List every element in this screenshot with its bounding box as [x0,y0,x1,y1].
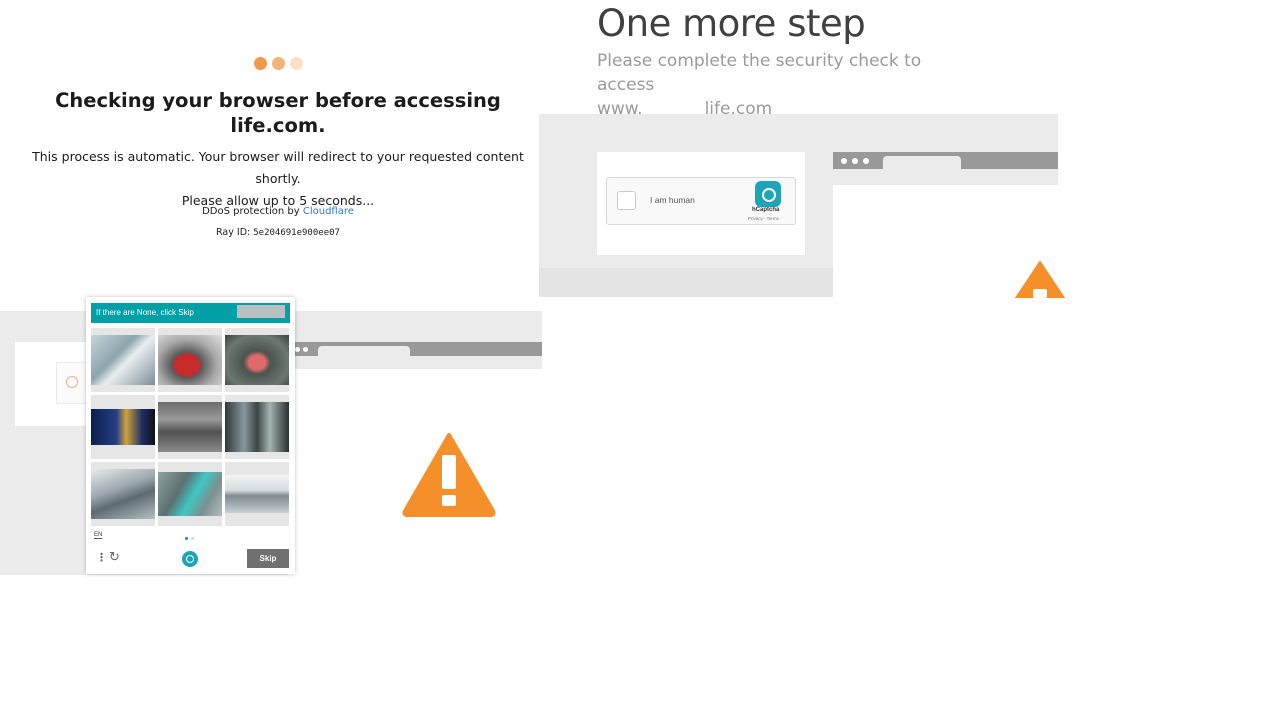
image-red-sports-car [158,335,222,385]
browser-address-strip [833,169,1058,185]
window-dot-icon [303,347,308,352]
challenge-image-tile[interactable] [91,328,155,392]
warning-icon [1015,261,1065,298]
human-checkbox[interactable] [617,191,636,210]
illustration-band-shade [539,268,833,297]
hcaptcha-challenge: If there are None, click Skip EN ⋮ ↻ Ski… [86,297,295,574]
language-selector[interactable]: EN [94,532,103,539]
page-indicator-icon [191,537,194,540]
hcaptcha-logo-icon [755,181,781,207]
subtitle-text: Please complete the security check to ac… [597,51,922,95]
challenge-image-tile[interactable] [225,395,289,459]
checkbox-label: I am human [650,195,695,205]
image-train [225,402,289,452]
refresh-icon[interactable]: ↻ [109,550,120,565]
skip-button[interactable]: Skip [247,549,289,568]
window-dot-icon [841,158,847,164]
ray-id-value: 5e204691e900ee07 [253,228,340,238]
image-boat-in-water [225,335,289,385]
check-title: Checking your browser before accessing l… [55,89,501,137]
window-dot-icon [852,158,858,164]
challenge-prompt: If there are None, click Skip [96,308,194,317]
image-train-platform [158,402,222,452]
cloudflare-link[interactable]: Cloudflare [303,206,354,217]
challenge-image-tile[interactable] [158,328,222,392]
example-image [237,305,285,318]
ray-id-label: Ray ID: [216,227,251,238]
loading-dot [290,57,303,70]
warning-icon [402,433,496,517]
image-boat-wave [91,469,155,519]
challenge-image-tile[interactable] [158,462,222,526]
challenge-image-tile[interactable] [91,462,155,526]
privacy-terms-links[interactable]: Privacy - Terms [748,216,779,221]
menu-icon[interactable]: ⋮ [96,552,107,563]
loading-dot [254,57,267,70]
check-description: This process is automatic. Your browser … [10,146,546,212]
browser-address-strip [288,356,542,369]
image-bus [91,409,155,445]
ddos-protection-note: DDoS protection by Cloudflare [10,206,546,217]
image-seaplane [225,475,289,513]
illustration-spinner-icon [66,376,78,388]
page-indicator-icon [185,537,188,540]
page-title: One more step [597,2,866,45]
image-hand-in-water [158,472,222,516]
browser-tab [883,156,961,169]
ray-id-line: Ray ID: 5e204691e900ee07 [10,227,546,238]
challenge-image-tile[interactable] [158,395,222,459]
window-dot-icon [863,158,869,164]
challenge-image-tile[interactable] [225,328,289,392]
challenge-header: If there are None, click Skip [91,303,290,323]
loading-dots [254,57,303,70]
challenge-image-tile[interactable] [225,462,289,526]
image-vehicle-interior [91,335,155,385]
window-dot-icon [295,347,300,352]
page-subtitle: Please complete the security check to ac… [597,49,977,121]
hcaptcha-checkbox-widget: I am human hCaptcha Privacy - Terms [606,177,796,225]
ddos-prefix: DDoS protection by [202,206,300,217]
check-line-1: This process is automatic. Your browser … [32,149,524,186]
loading-dot [272,57,285,70]
hcaptcha-brand: hCaptcha [752,207,780,213]
hcaptcha-logo-icon [182,551,198,567]
cloudflare-check-panel: Checking your browser before accessing l… [0,0,556,310]
challenge-image-tile[interactable] [91,395,155,459]
